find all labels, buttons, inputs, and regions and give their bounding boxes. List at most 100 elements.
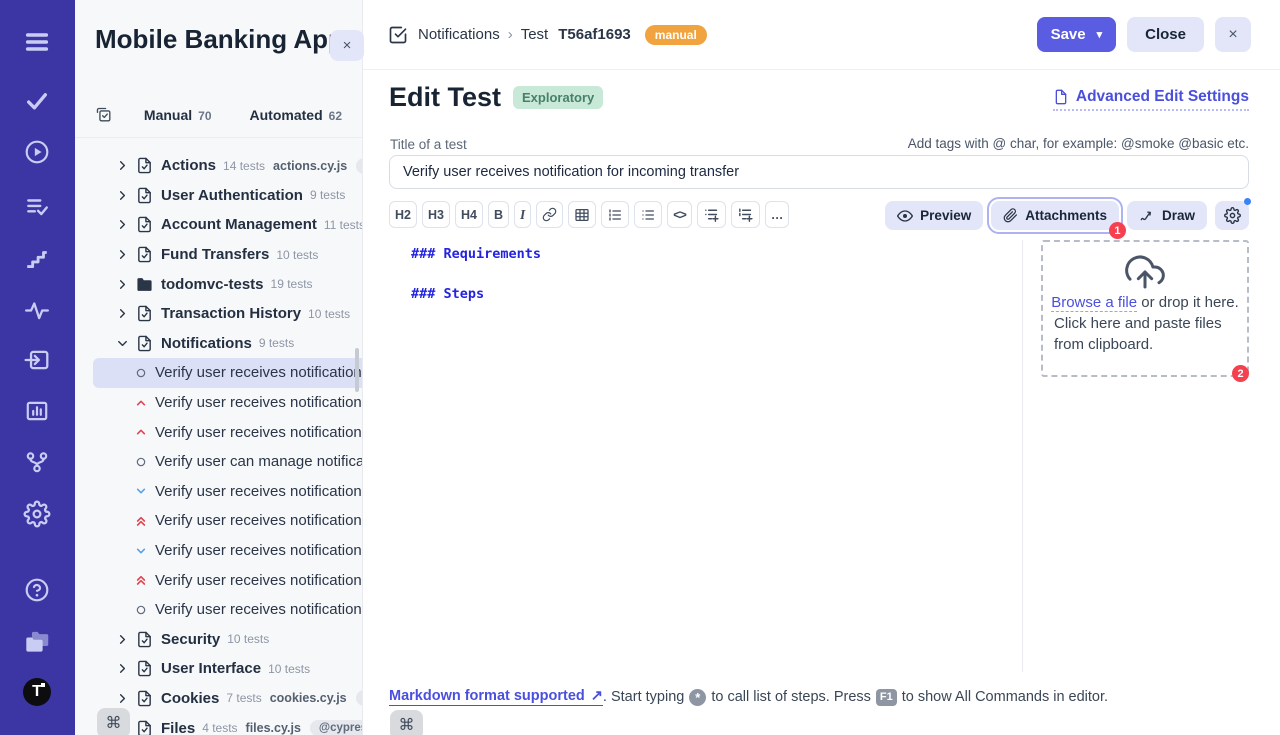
tree-suite-fund-transfers[interactable]: Fund Transfers 10 tests — [75, 240, 362, 270]
tree-folder-todomvc-tests[interactable]: todomvc-tests 19 tests — [75, 269, 362, 299]
preview-button[interactable]: Preview — [885, 201, 983, 230]
command-palette-button[interactable]: ⌘ — [390, 710, 423, 735]
editor-toolbar: H2 H3 H4 B I <> … Preview — [389, 201, 1249, 231]
test-item[interactable]: Verify user receives notification — [75, 388, 362, 418]
chevron-right-icon[interactable] — [115, 158, 130, 173]
test-item-selected[interactable]: Verify user receives notification for in… — [93, 358, 362, 388]
test-label: Verify user receives notification — [155, 424, 362, 441]
code-label: <> — [673, 208, 686, 222]
tree-suite-transaction-history[interactable]: Transaction History 10 tests — [75, 299, 362, 329]
x-icon: × — [1228, 26, 1237, 44]
testomat-logo[interactable]: T — [23, 678, 51, 706]
heading3-button[interactable]: H3 — [422, 201, 450, 228]
add-bullet-step-button[interactable] — [697, 201, 726, 228]
code-button[interactable]: <> — [667, 201, 692, 228]
check-icon[interactable] — [25, 89, 50, 114]
attachments-panel: Browse a file or drop it here. Click her… — [1041, 240, 1249, 377]
dismiss-button[interactable]: × — [1215, 17, 1251, 52]
suite-label: Account Management — [161, 216, 317, 233]
file-dropzone[interactable]: Browse a file or drop it here. Click her… — [1041, 240, 1249, 377]
folder-icon — [136, 276, 153, 293]
branch-icon[interactable] — [24, 449, 50, 475]
breadcrumb-test-id: T56af1693 — [558, 26, 631, 43]
help-icon[interactable] — [24, 577, 50, 603]
test-item[interactable]: Verify user receives notification — [75, 565, 362, 595]
chevron-right-icon[interactable] — [115, 661, 130, 676]
h2-label: H2 — [395, 208, 411, 222]
markdown-help-link[interactable]: Markdown format supported↗ — [389, 688, 603, 706]
suite-label: Security — [161, 631, 220, 648]
test-item[interactable]: Verify user can manage notifica — [75, 447, 362, 477]
sign-in-icon[interactable] — [24, 347, 50, 373]
italic-button[interactable]: I — [514, 201, 531, 228]
markdown-editor[interactable]: ### Requirements ### Steps — [411, 246, 541, 326]
test-title-input[interactable] — [389, 155, 1249, 189]
more-button[interactable]: … — [765, 201, 790, 228]
suite-label: User Authentication — [161, 187, 303, 204]
chevron-down-icon[interactable] — [115, 336, 130, 351]
browse-file-link[interactable]: Browse a file — [1051, 294, 1137, 312]
bold-button[interactable]: B — [488, 201, 509, 228]
tab-automated[interactable]: Automated 62 — [250, 107, 342, 123]
chevron-right-icon[interactable] — [115, 188, 130, 203]
add-ordered-step-button[interactable] — [731, 201, 760, 228]
test-item[interactable]: Verify user receives notification — [75, 477, 362, 507]
test-label: Verify user receives notification for in… — [155, 364, 362, 381]
attachments-button[interactable]: Attachments 1 — [991, 201, 1119, 230]
folders-icon[interactable] — [24, 629, 51, 656]
chevron-right-icon[interactable] — [115, 217, 130, 232]
priority-high-icon — [133, 424, 149, 440]
activity-icon[interactable] — [24, 297, 50, 323]
test-item[interactable]: Verify user receives notification — [75, 536, 362, 566]
chevron-right-icon[interactable] — [115, 247, 130, 262]
tab-manual[interactable]: Manual 70 — [144, 107, 212, 123]
test-item[interactable]: Verify user receives notification — [75, 417, 362, 447]
test-item[interactable]: Verify user receives notification — [75, 595, 362, 625]
notification-dot — [1244, 198, 1251, 205]
suite-file: actions.cy.js — [273, 159, 347, 173]
tree-suite-security[interactable]: Security 10 tests — [75, 625, 362, 655]
tree-suite-user-authentication[interactable]: User Authentication 9 tests — [75, 181, 362, 211]
suite-file: cookies.cy.js — [270, 691, 347, 705]
test-item[interactable]: Verify user receives notification — [75, 506, 362, 536]
tree-suite-account-management[interactable]: Account Management 11 tests — [75, 210, 362, 240]
sidebar-scrollbar[interactable] — [355, 348, 359, 392]
draw-button[interactable]: Draw — [1127, 201, 1207, 230]
gear-icon[interactable] — [24, 501, 51, 528]
tab-manual-label: Manual — [144, 107, 192, 123]
bar-chart-icon[interactable] — [24, 398, 50, 424]
heading2-button[interactable]: H2 — [389, 201, 417, 228]
heading4-button[interactable]: H4 — [455, 201, 483, 228]
h3-label: H3 — [428, 208, 444, 222]
bullet-list-button[interactable] — [634, 201, 662, 228]
link-button[interactable] — [536, 201, 563, 228]
tree-suite-user-interface[interactable]: User Interface 10 tests — [75, 654, 362, 684]
sidebar-collapse-button[interactable]: × — [330, 30, 364, 61]
advanced-edit-settings-link[interactable]: Advanced Edit Settings — [1053, 88, 1249, 111]
priority-normal-icon — [133, 602, 149, 618]
chevron-right-icon[interactable] — [115, 277, 130, 292]
breadcrumb-section[interactable]: Notifications — [418, 26, 500, 43]
chevron-right-icon[interactable] — [115, 632, 130, 647]
suite-count: 9 tests — [310, 188, 345, 202]
doc-check-icon — [136, 157, 153, 174]
chevron-right-icon[interactable] — [115, 691, 130, 706]
command-palette-button[interactable]: ⌘ — [97, 708, 130, 735]
editor-footer-hint: Markdown format supported↗. Start typing… — [389, 688, 1108, 706]
close-button[interactable]: Close — [1127, 17, 1204, 52]
tab-manual-count: 70 — [198, 109, 211, 123]
save-button[interactable]: Save ▾ — [1037, 17, 1117, 52]
chevron-down-icon[interactable]: ▾ — [1097, 28, 1103, 41]
table-button[interactable] — [568, 201, 596, 228]
list-check-icon[interactable] — [24, 194, 50, 220]
suite-tag-pill: @cy — [356, 690, 362, 706]
tree-suite-notifications[interactable]: Notifications 9 tests — [75, 329, 362, 359]
preview-label: Preview — [920, 208, 971, 223]
play-circle-icon[interactable] — [24, 139, 50, 165]
ordered-list-button[interactable] — [601, 201, 629, 228]
steps-icon[interactable] — [24, 246, 50, 272]
tree-suite-actions[interactable]: Actions 14 tests actions.cy.js @cy — [75, 151, 362, 181]
menu-icon[interactable] — [23, 28, 51, 56]
chevron-right-icon[interactable] — [115, 306, 130, 321]
editor-settings-button[interactable] — [1215, 201, 1249, 230]
